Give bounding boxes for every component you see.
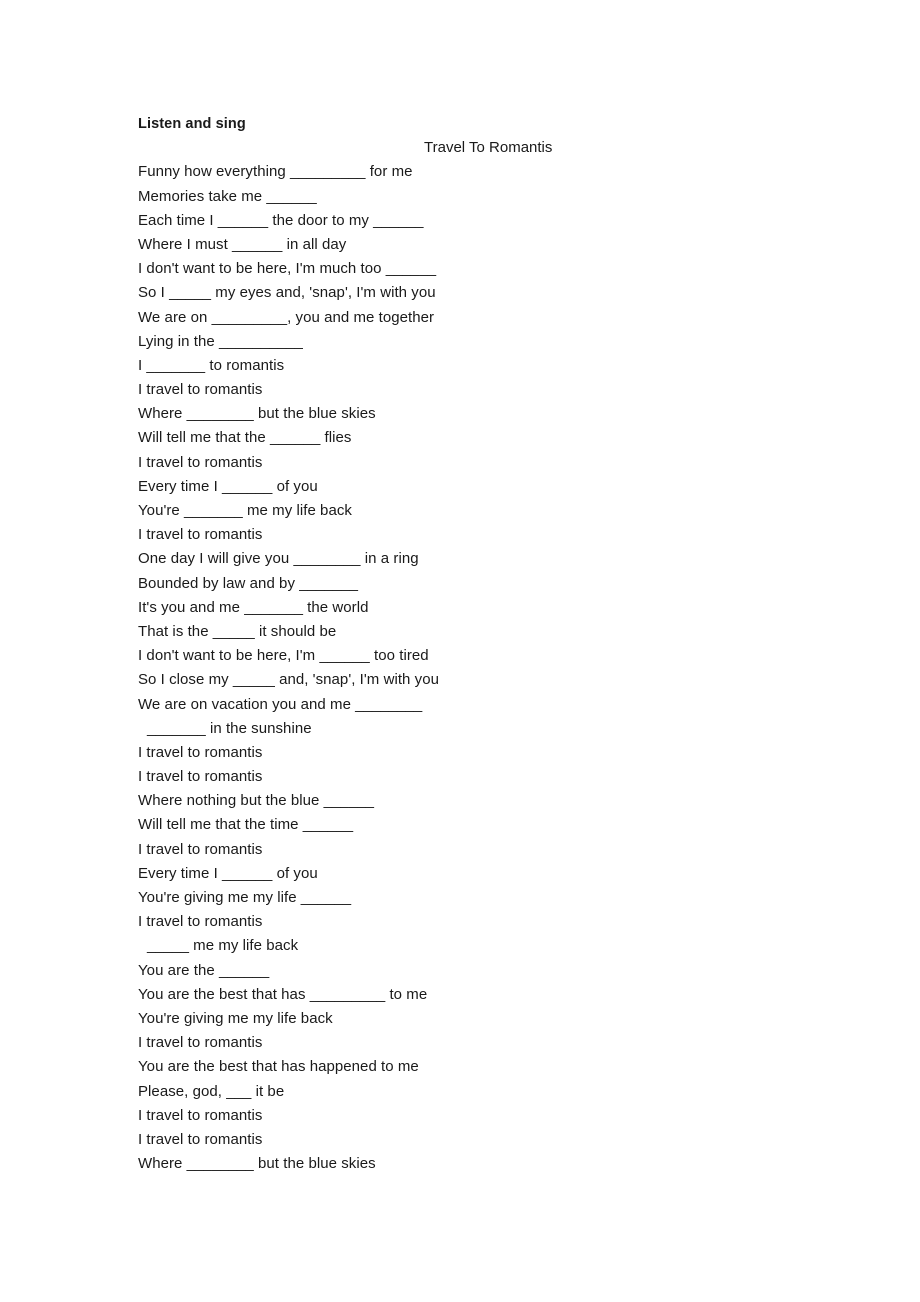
lyric-line: We are on vacation you and me ________ (138, 695, 423, 713)
lyric-line: I travel to romantis (138, 1106, 263, 1124)
lyric-line: Where nothing but the blue ______ (138, 792, 374, 810)
exercise-heading: Listen and sing (138, 116, 246, 132)
lyric-line: I travel to romantis (138, 913, 263, 931)
lyric-line: I don't want to be here, I'm much too __… (138, 260, 437, 278)
lyric-line: That is the _____ it should be (138, 622, 337, 640)
lyric-line: I travel to romantis (138, 1034, 263, 1052)
document-body: Listen and sing Travel To Romantis Funny… (138, 112, 838, 1176)
lyric-line: I travel to romantis (138, 743, 263, 761)
lyrics-list: Funny how everything _________ for me Mem… (138, 160, 838, 1176)
lyric-line: Each time I ______ the door to my ______ (138, 211, 424, 229)
lyric-line: Where ________ but the blue skies (138, 405, 376, 423)
lyric-line: Every time I ______ of you (138, 477, 318, 495)
lyric-line: You are the ______ (138, 961, 270, 979)
lyric-line: Will tell me that the time ______ (138, 816, 354, 834)
lyric-line: It's you and me _______ the world (138, 598, 369, 616)
lyric-line: You're giving me my life ______ (138, 889, 352, 907)
lyric-line: Bounded by law and by _______ (138, 574, 358, 592)
song-title: Travel To Romantis (424, 139, 553, 157)
lyric-line: I don't want to be here, I'm ______ too … (138, 647, 429, 665)
lyric-line: Where ________ but the blue skies (138, 1155, 376, 1173)
lyric-line: Lying in the __________ (138, 332, 303, 350)
lyric-line: Every time I ______ of you (138, 864, 318, 882)
lyric-line: I travel to romantis (138, 1130, 263, 1148)
lyric-line: So I _____ my eyes and, 'snap', I'm with… (138, 284, 436, 302)
lyric-line: You are the best that has happened to me (138, 1058, 419, 1076)
lyric-line: I travel to romantis (138, 768, 263, 786)
lyric-line: Memories take me ______ (138, 187, 317, 205)
lyric-line: I travel to romantis (138, 381, 263, 399)
lyric-line: Funny how everything _________ for me (138, 163, 413, 181)
document-page: Listen and sing Travel To Romantis Funny… (0, 0, 920, 1302)
lyric-line: I travel to romantis (138, 453, 263, 471)
lyric-line: I _______ to romantis (138, 356, 285, 374)
lyric-line: I travel to romantis (138, 526, 263, 544)
lyric-line: You're _______ me my life back (138, 502, 352, 520)
lyric-line: Please, god, ___ it be (138, 1082, 285, 1100)
lyric-line: _______ in the sunshine (147, 719, 312, 737)
lyric-line: Where I must ______ in all day (138, 235, 347, 253)
lyric-line: We are on _________, you and me together (138, 308, 435, 326)
lyric-line: One day I will give you ________ in a ri… (138, 550, 419, 568)
lyric-line: I travel to romantis (138, 840, 263, 858)
lyric-line: So I close my _____ and, 'snap', I'm wit… (138, 671, 439, 689)
lyric-line: You're giving me my life back (138, 1009, 333, 1027)
lyric-line: _____ me my life back (147, 937, 299, 955)
lyric-line: You are the best that has _________ to m… (138, 985, 428, 1003)
lyric-line: Will tell me that the ______ flies (138, 429, 352, 447)
